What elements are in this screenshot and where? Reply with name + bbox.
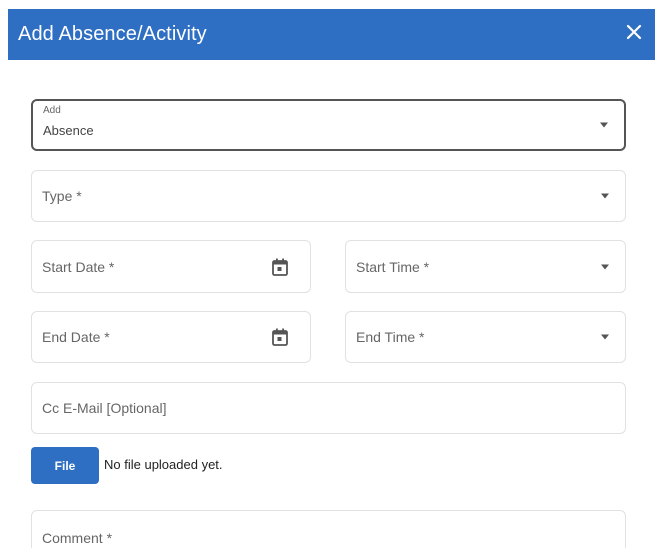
file-status-text: No file uploaded yet. xyxy=(104,457,223,472)
add-select-label: Add xyxy=(43,105,61,116)
end-time-select[interactable]: End Time * xyxy=(345,311,626,363)
end-date-field[interactable]: End Date * xyxy=(31,311,311,363)
dialog-title: Add Absence/Activity xyxy=(18,23,207,45)
chevron-down-icon xyxy=(601,334,609,340)
add-select[interactable]: Add Absence xyxy=(31,99,626,151)
type-placeholder: Type * xyxy=(42,188,82,204)
end-date-placeholder: End Date * xyxy=(42,329,110,345)
calendar-icon[interactable] xyxy=(272,328,288,346)
cc-email-field[interactable]: Cc E-Mail [Optional] xyxy=(31,382,626,434)
comment-field[interactable]: Comment * xyxy=(31,510,626,548)
comment-placeholder: Comment * xyxy=(42,530,113,546)
file-button[interactable]: File xyxy=(31,447,99,484)
start-time-select[interactable]: Start Time * xyxy=(345,240,626,293)
calendar-icon[interactable] xyxy=(272,258,288,276)
close-button[interactable] xyxy=(621,19,647,45)
dialog-header: Add Absence/Activity xyxy=(8,9,655,60)
type-select[interactable]: Type * xyxy=(31,170,626,222)
chevron-down-icon xyxy=(601,193,609,199)
close-icon xyxy=(626,24,642,40)
chevron-down-icon xyxy=(601,264,609,269)
start-time-placeholder: Start Time * xyxy=(356,258,430,275)
start-date-field[interactable]: Start Date * xyxy=(31,240,311,293)
cc-email-placeholder: Cc E-Mail [Optional] xyxy=(42,400,167,416)
end-time-placeholder: End Time * xyxy=(356,329,425,345)
add-select-value: Absence xyxy=(43,123,94,138)
chevron-down-icon xyxy=(600,122,608,128)
start-date-placeholder: Start Date * xyxy=(42,258,115,275)
